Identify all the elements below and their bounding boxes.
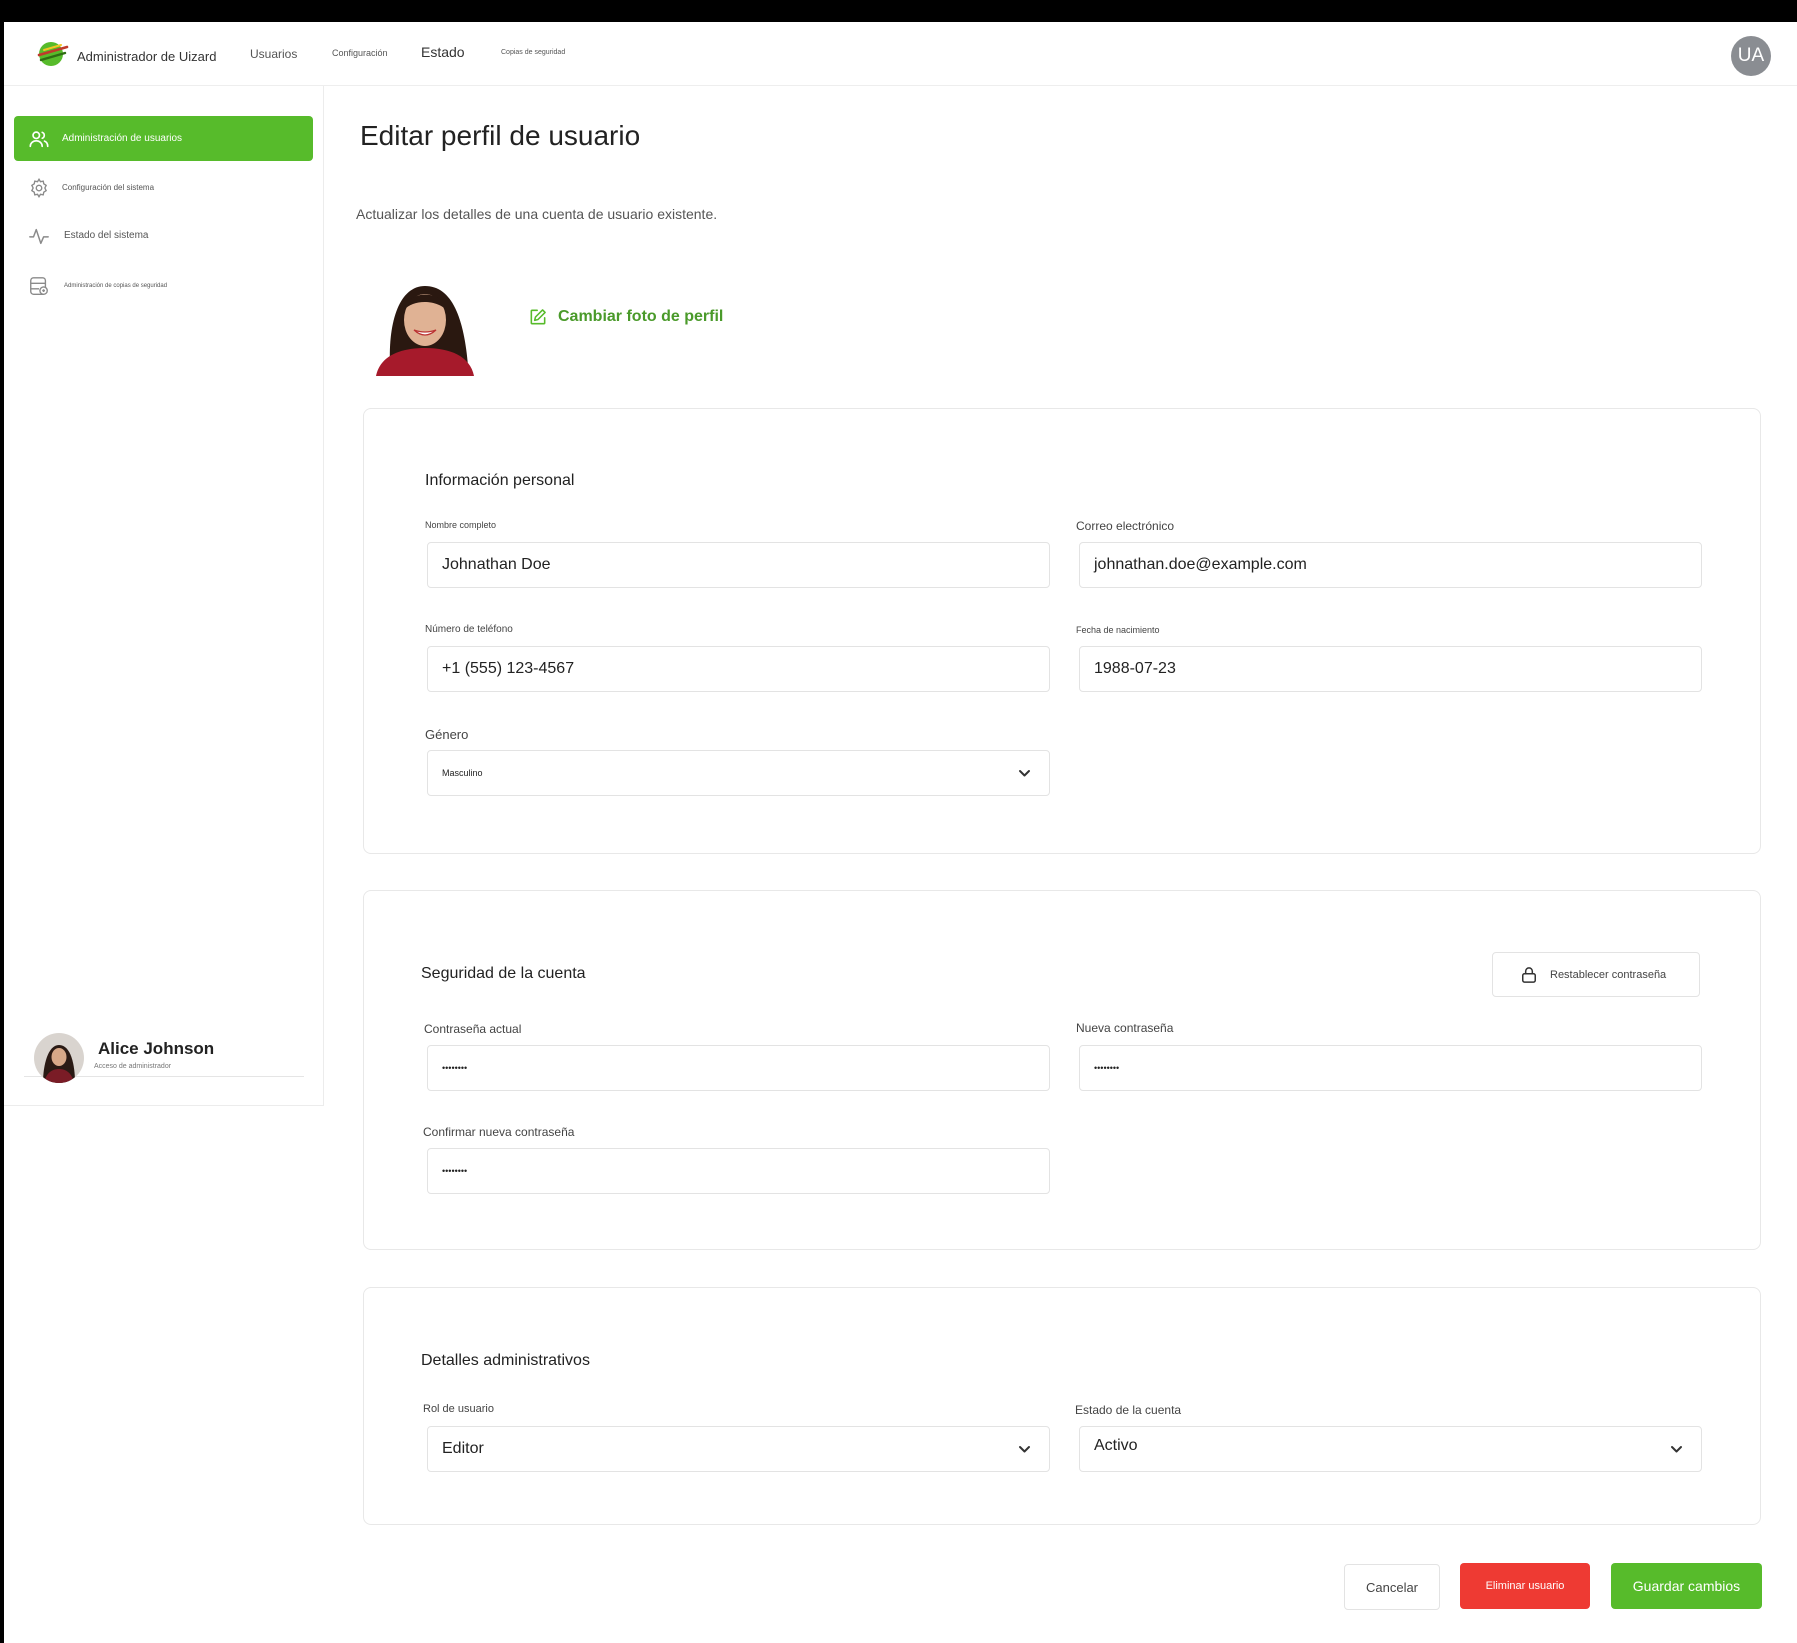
database-icon xyxy=(30,277,48,295)
sidebar-item-label: Administración de copias de seguridad xyxy=(64,282,168,289)
admin-role: Acceso de administrador xyxy=(94,1063,172,1070)
confirm-password-input[interactable]: •••••••• xyxy=(427,1148,1050,1194)
gender-label: Género xyxy=(425,727,469,742)
lizard-logo-icon[interactable] xyxy=(36,39,70,67)
personal-info-card: Información personal Nombre completo Joh… xyxy=(363,408,1761,854)
nav-users[interactable]: Usuarios xyxy=(250,47,297,61)
account-status-label: Estado de la cuenta xyxy=(1075,1403,1182,1417)
top-navbar: Administrador de Uizard Usuarios Configu… xyxy=(4,22,1797,86)
change-photo-button[interactable]: Cambiar foto de perfil xyxy=(528,307,723,327)
edit-icon xyxy=(530,309,546,325)
chevron-down-icon xyxy=(1019,770,1030,777)
app-brand[interactable]: Administrador de Uizard xyxy=(77,49,216,64)
reset-password-label: Restablecer contraseña xyxy=(1550,968,1667,981)
current-password-input[interactable]: •••••••• xyxy=(427,1045,1050,1091)
sidebar-item-user-admin[interactable]: Administración de usuarios xyxy=(14,116,313,161)
account-security-card: Seguridad de la cuenta Restablecer contr… xyxy=(363,890,1761,1250)
page-subtitle: Actualizar los detalles de una cuenta de… xyxy=(356,206,718,222)
user-role-value: Editor xyxy=(442,1440,484,1457)
page-title: Editar perfil de usuario xyxy=(360,120,641,151)
account-status-value: Activo xyxy=(1094,1437,1138,1454)
chevron-down-icon xyxy=(1019,1446,1030,1453)
full-name-input[interactable]: Johnathan Doe xyxy=(427,542,1050,588)
email-label: Correo electrónico xyxy=(1076,519,1175,533)
sidebar-item-system-config[interactable]: Configuración del sistema xyxy=(14,165,313,210)
sidebar-item-system-status[interactable]: Estado del sistema xyxy=(14,213,313,258)
delete-user-button[interactable]: Eliminar usuario xyxy=(1460,1563,1590,1609)
gender-select[interactable]: Masculino xyxy=(427,750,1050,796)
admin-details-title: Detalles administrativos xyxy=(421,1352,590,1369)
reset-password-button[interactable]: Restablecer contraseña xyxy=(1492,952,1700,997)
birth-date-input[interactable]: 1988-07-23 xyxy=(1079,646,1702,692)
current-password-label: Contraseña actual xyxy=(424,1022,522,1036)
admin-avatar[interactable] xyxy=(34,1033,84,1083)
gear-icon xyxy=(30,177,48,199)
sidebar-item-backup-admin[interactable]: Administración de copias de seguridad xyxy=(14,263,313,308)
admin-name: Alice Johnson xyxy=(98,1039,215,1058)
lock-icon xyxy=(1522,967,1536,983)
full-name-label: Nombre completo xyxy=(425,520,497,530)
phone-label: Número de teléfono xyxy=(425,624,513,635)
sidebar-item-label: Configuración del sistema xyxy=(62,183,155,192)
phone-input[interactable]: +1 (555) 123-4567 xyxy=(427,646,1050,692)
app-window: Administrador de Uizard Usuarios Configu… xyxy=(4,22,1797,1643)
change-photo-label: Cambiar foto de perfil xyxy=(558,308,724,325)
nav-status[interactable]: Estado xyxy=(421,44,465,60)
user-role-select[interactable]: Editor xyxy=(427,1426,1050,1472)
profile-photo[interactable] xyxy=(372,270,478,376)
admin-details-card: Detalles administrativos Rol de usuario … xyxy=(363,1287,1761,1525)
nav-settings[interactable]: Configuración xyxy=(332,48,388,58)
sidebar-item-label: Estado del sistema xyxy=(64,230,149,241)
birth-date-label: Fecha de nacimiento xyxy=(1076,625,1160,635)
users-icon xyxy=(29,131,49,148)
confirm-password-label: Confirmar nueva contraseña xyxy=(423,1125,575,1139)
new-password-label: Nueva contraseña xyxy=(1076,1021,1174,1035)
sidebar-item-label: Administración de usuarios xyxy=(62,133,183,144)
account-security-title: Seguridad de la cuenta xyxy=(421,965,586,982)
personal-info-title: Información personal xyxy=(425,472,575,489)
save-changes-button[interactable]: Guardar cambios xyxy=(1611,1563,1762,1609)
chevron-down-icon xyxy=(1671,1446,1682,1453)
gender-value: Masculino xyxy=(442,768,483,778)
email-input[interactable]: johnathan.doe@example.com xyxy=(1079,542,1702,588)
cancel-button[interactable]: Cancelar xyxy=(1344,1564,1440,1610)
account-status-select[interactable]: Activo xyxy=(1079,1426,1702,1472)
user-role-label: Rol de usuario xyxy=(423,1403,494,1415)
activity-icon xyxy=(29,228,49,245)
sidebar: Administración de usuarios Configuración… xyxy=(4,86,324,1106)
user-avatar-initials[interactable]: UA xyxy=(1731,36,1771,76)
nav-backups[interactable]: Copias de seguridad xyxy=(501,49,565,56)
new-password-input[interactable]: •••••••• xyxy=(1079,1045,1702,1091)
